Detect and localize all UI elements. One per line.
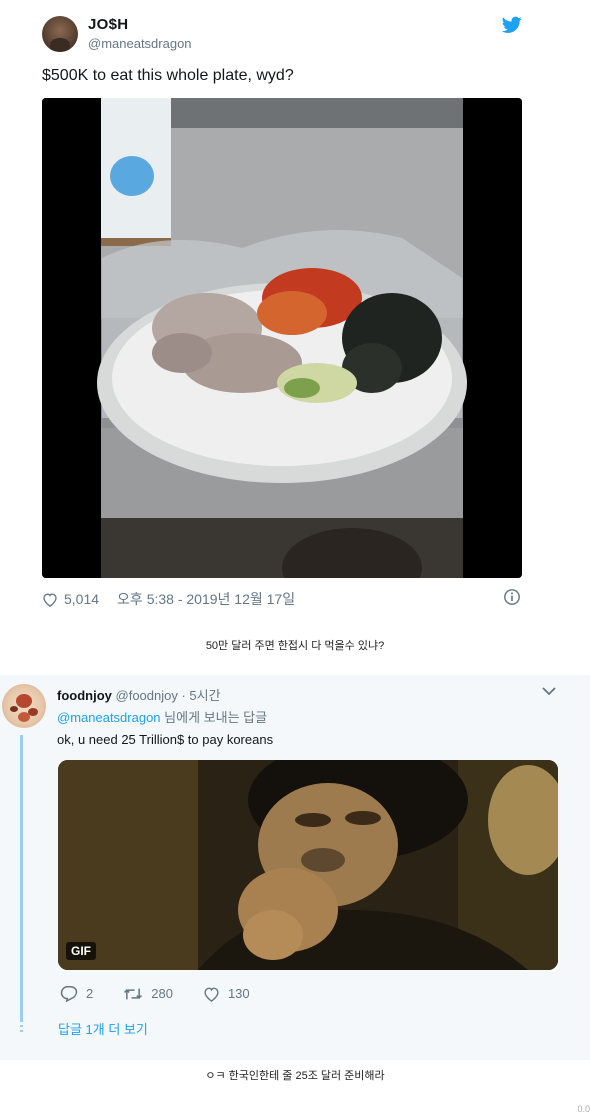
user-handle[interactable]: @maneatsdragon <box>88 36 192 51</box>
reply-time[interactable]: · 5시간 <box>178 688 220 703</box>
gif-badge: GIF <box>66 942 96 960</box>
like-action[interactable]: 130 <box>203 986 250 1002</box>
twitter-bird-icon[interactable] <box>502 16 522 34</box>
retweet-count: 280 <box>151 986 173 1001</box>
corner-mark: 0.0 <box>577 1104 590 1112</box>
reply-mention-link[interactable]: @maneatsdragon <box>57 710 161 725</box>
reply-user-header: foodnjoy @foodnjoy · 5시간 <box>57 685 221 704</box>
retweet-icon[interactable] <box>123 986 143 1002</box>
reply-to-suffix: 님에게 보내는 답글 <box>160 710 268 725</box>
tweet-timestamp[interactable]: 오후 5:38 - 2019년 12월 17일 <box>117 589 295 609</box>
like-count: 5,014 <box>64 591 100 607</box>
tweet-text: $500K to eat this whole plate, wyd? <box>42 67 294 84</box>
reply-count: 2 <box>86 986 94 1001</box>
thread-line-dots <box>20 1020 23 1034</box>
reply-actions: 2 280 130 <box>60 985 280 1002</box>
reply-text: ok, u need 25 Trillion$ to pay koreans <box>57 732 274 747</box>
reply-action[interactable]: 2 <box>60 985 93 1002</box>
reply-media-gif[interactable]: GIF <box>58 760 558 970</box>
heart-icon[interactable] <box>203 986 220 1002</box>
reply-user-avatar[interactable] <box>2 684 46 728</box>
user-avatar[interactable] <box>42 16 78 52</box>
tweet-main: JO$H @maneatsdragon $500K to eat this wh… <box>0 0 590 620</box>
caption-korean-1: 50만 달러 주면 한접시 다 먹을수 있냐? <box>205 640 385 652</box>
tweet-meta: 5,014 오후 5:38 - 2019년 12월 17일 <box>42 589 295 609</box>
tweet-media-video[interactable] <box>42 98 522 578</box>
reply-user-handle[interactable]: @foodnjoy <box>116 688 178 703</box>
reply-user-display-name[interactable]: foodnjoy <box>57 688 112 703</box>
user-display-name[interactable]: JO$H <box>88 16 128 33</box>
retweet-action[interactable]: 280 <box>123 986 173 1002</box>
info-icon[interactable] <box>503 588 521 606</box>
like-count: 130 <box>227 986 250 1001</box>
caption-korean-2: ㅇㅋ 한국인한테 줄 25조 달러 준비해라 <box>205 1070 385 1082</box>
reply-tweet: foodnjoy @foodnjoy · 5시간 @maneatsdragon … <box>0 675 590 1060</box>
reply-icon[interactable] <box>60 985 78 1002</box>
heart-icon[interactable] <box>42 592 58 607</box>
chevron-down-icon[interactable] <box>542 686 556 696</box>
replying-to: @maneatsdragon 님에게 보내는 답글 <box>57 707 267 726</box>
thread-line <box>20 735 23 1020</box>
show-more-replies-link[interactable]: 답글 1개 더 보기 <box>58 1019 148 1038</box>
